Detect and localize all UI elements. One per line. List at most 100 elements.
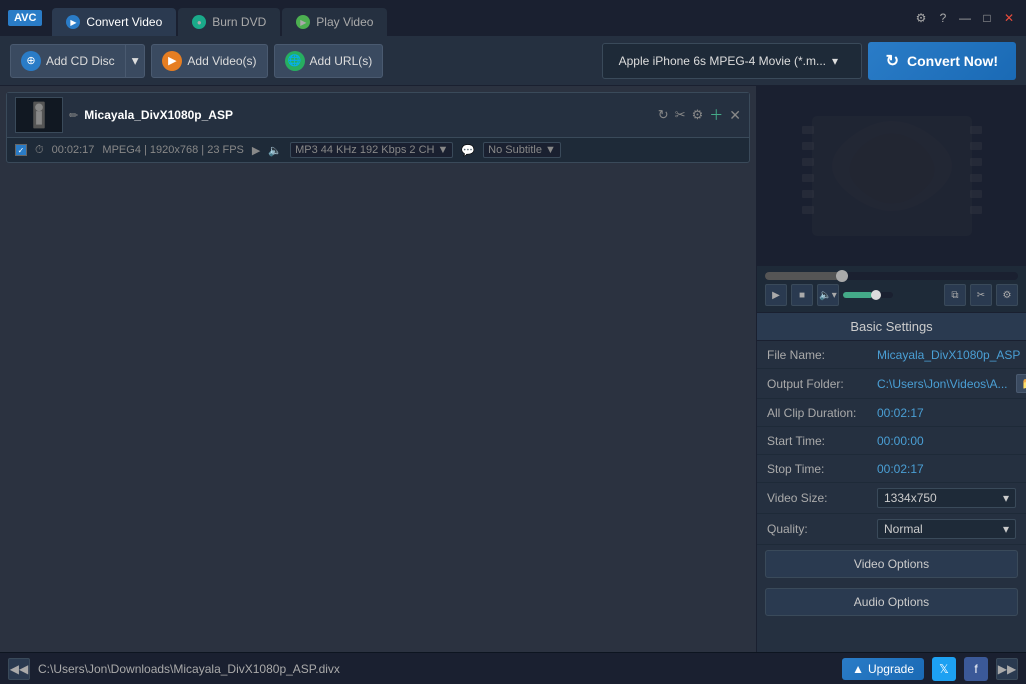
play-pause-button[interactable]: ▶ [765, 284, 787, 306]
quality-label: Quality: [767, 522, 877, 536]
video-size-dropdown[interactable]: 1334x750 ▾ [877, 488, 1016, 508]
clock-icon: ⏱ [35, 144, 44, 157]
file-list-area: ✏ Micayala_DivX1080p_ASP ↻ ✂ ⚙ ＋ ✕ ⏱ 00:… [0, 86, 756, 652]
app-logo: AVC [8, 10, 42, 26]
playback-controls: ▶ ■ 🔈▾ ⧉ ✂ ⚙ [765, 284, 1018, 306]
right-panel: ▶ ■ 🔈▾ ⧉ ✂ ⚙ Basic Settings File Name: [756, 86, 1026, 652]
video-options-button[interactable]: Video Options [765, 550, 1018, 578]
add-cd-dropdown-arrow[interactable]: ▾ [126, 44, 146, 78]
settings-title: Basic Settings [757, 313, 1026, 341]
output-folder-row: C:\Users\Jon\Videos\A... 📁 [877, 374, 1026, 393]
file-format: MPEG4 | 1920x768 | 23 FPS [102, 144, 243, 156]
main-content: ✏ Micayala_DivX1080p_ASP ↻ ✂ ⚙ ＋ ✕ ⏱ 00:… [0, 86, 1026, 652]
statusbar: ◀◀ C:\Users\Jon\Downloads\Micayala_DivX1… [0, 652, 1026, 684]
convert-refresh-icon: ↻ [886, 51, 899, 71]
scissors-icon[interactable]: ✂ [675, 107, 686, 123]
volume-control [843, 292, 893, 298]
file-item-header: ✏ Micayala_DivX1080p_ASP ↻ ✂ ⚙ ＋ ✕ [7, 93, 749, 138]
file-duration: 00:02:17 [52, 144, 95, 156]
upgrade-button[interactable]: ▲ Upgrade [842, 658, 924, 680]
nav-back-button[interactable]: ◀◀ [8, 658, 30, 680]
file-header-actions: ↻ ✂ ⚙ ＋ ✕ [658, 105, 741, 125]
settings2-icon[interactable]: ⚙ [692, 107, 704, 123]
refresh-icon[interactable]: ↻ [658, 107, 669, 123]
globe-icon: 🌐 [285, 51, 305, 71]
progress-thumb [836, 270, 848, 282]
checkbox-checked [15, 144, 27, 156]
tab-play-video[interactable]: ▶ Play Video [282, 8, 387, 36]
file-name-row: ✏ Micayala_DivX1080p_ASP [69, 108, 652, 122]
add-file-icon[interactable]: ＋ [709, 105, 723, 125]
twitter-button[interactable]: 𝕏 [932, 657, 956, 681]
preview-controls: ▶ ■ 🔈▾ ⧉ ✂ ⚙ [757, 266, 1026, 313]
file-thumbnail [15, 97, 63, 133]
file-item: ✏ Micayala_DivX1080p_ASP ↻ ✂ ⚙ ＋ ✕ ⏱ 00:… [6, 92, 750, 163]
convert-video-icon: ▶ [66, 15, 80, 29]
tab-burn-dvd[interactable]: ● Burn DVD [178, 8, 280, 36]
subtitle-dropdown[interactable]: No Subtitle ▼ [483, 142, 561, 158]
film-reel-graphic [792, 96, 992, 256]
video-size-label: Video Size: [767, 491, 877, 505]
subtitle-icon: 💬 [461, 144, 475, 157]
add-url-button[interactable]: 🌐 Add URL(s) [274, 44, 384, 78]
cut-button[interactable]: ✂ [970, 284, 992, 306]
quality-arrow: ▾ [1003, 522, 1009, 536]
burn-dvd-icon: ● [192, 15, 206, 29]
upgrade-arrow-icon: ▲ [852, 662, 864, 676]
format-selector[interactable]: Apple iPhone 6s MPEG-4 Movie (*.m... ▾ [602, 43, 862, 79]
settings-row-duration: All Clip Duration: 00:02:17 [757, 399, 1026, 427]
stop-button[interactable]: ■ [791, 284, 813, 306]
settings-row-start-time: Start Time: 00:00:00 [757, 427, 1026, 455]
status-path: C:\Users\Jon\Downloads\Micayala_DivX1080… [38, 662, 834, 676]
progress-fill [765, 272, 841, 280]
titlebar: AVC ▶ Convert Video ● Burn DVD ▶ Play Vi… [0, 0, 1026, 36]
settings-row-quality: Quality: Normal ▾ [757, 514, 1026, 545]
audio-options-button[interactable]: Audio Options [765, 588, 1018, 616]
play-video-icon: ▶ [296, 15, 310, 29]
audio-icon: 🔈 [268, 144, 282, 157]
edit-pencil-icon[interactable]: ✏ [69, 109, 78, 122]
convert-now-button[interactable]: ↻ Convert Now! [868, 42, 1016, 80]
help-icon[interactable]: ? [934, 9, 952, 27]
preview-area [757, 86, 1026, 266]
settings-row-stop-time: Stop Time: 00:02:17 [757, 455, 1026, 483]
file-item-details: ⏱ 00:02:17 MPEG4 | 1920x768 | 23 FPS ▶ 🔈… [7, 138, 749, 162]
minimize-icon[interactable]: — [956, 9, 974, 27]
nav-forward-button[interactable]: ▶▶ [996, 658, 1018, 680]
tab-convert-video[interactable]: ▶ Convert Video [52, 8, 176, 36]
facebook-button[interactable]: f [964, 657, 988, 681]
file-checkbox[interactable] [15, 144, 27, 156]
settings-panel: Basic Settings File Name: Micayala_DivX1… [757, 313, 1026, 652]
stop-time-value: 00:02:17 [877, 462, 1016, 476]
start-time-value: 00:00:00 [877, 434, 1016, 448]
output-folder-value: C:\Users\Jon\Videos\A... [877, 377, 1008, 391]
format-dropdown-arrow: ▾ [832, 54, 838, 68]
video-size-arrow: ▾ [1003, 491, 1009, 505]
preview-progress-bar[interactable] [765, 272, 1018, 280]
maximize-icon[interactable]: □ [978, 9, 996, 27]
add-videos-button[interactable]: ▶ Add Video(s) [151, 44, 267, 78]
browse-folder-button[interactable]: 📁 [1016, 374, 1026, 393]
start-time-label: Start Time: [767, 434, 877, 448]
copy-button[interactable]: ⧉ [944, 284, 966, 306]
audio-track-dropdown[interactable]: MP3 44 KHz 192 Kbps 2 CH ▼ [290, 142, 453, 158]
filename-value: Micayala_DivX1080p_ASP [877, 348, 1020, 362]
duration-value: 00:02:17 [877, 406, 1016, 420]
remove-file-icon[interactable]: ✕ [729, 107, 741, 124]
cd-icon: ⊕ [21, 51, 41, 71]
settings-row-filename: File Name: Micayala_DivX1080p_ASP [757, 341, 1026, 369]
audio-dropdown-btn[interactable]: 🔈▾ [817, 284, 839, 306]
add-cd-button[interactable]: ⊕ Add CD Disc [10, 44, 126, 78]
close-icon[interactable]: ✕ [1000, 9, 1018, 27]
settings-row-video-size: Video Size: 1334x750 ▾ [757, 483, 1026, 514]
volume-bar[interactable] [843, 292, 893, 298]
window-controls: ⚙ ? — □ ✕ [912, 9, 1018, 27]
output-folder-label: Output Folder: [767, 377, 877, 391]
effects-button[interactable]: ⚙ [996, 284, 1018, 306]
tabs-container: ▶ Convert Video ● Burn DVD ▶ Play Video [52, 0, 912, 36]
stop-time-label: Stop Time: [767, 462, 877, 476]
quality-dropdown[interactable]: Normal ▾ [877, 519, 1016, 539]
settings-row-output-folder: Output Folder: C:\Users\Jon\Videos\A... … [757, 369, 1026, 399]
settings-icon[interactable]: ⚙ [912, 9, 930, 27]
add-cd-disc-group: ⊕ Add CD Disc ▾ [10, 44, 145, 78]
